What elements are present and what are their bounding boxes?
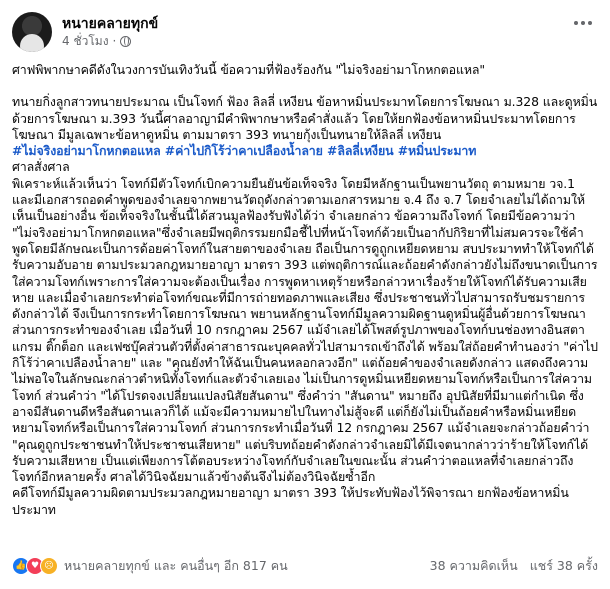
engagement-counts: 38 ความคิดเห็น แชร์ 38 ครั้ง: [430, 556, 598, 576]
author-block: หนายคลายทุกข์ 4 ชั่วโมง ·: [62, 15, 158, 49]
reaction-icons[interactable]: 👍 ♥ ☹: [12, 557, 58, 575]
comments-count[interactable]: 38 ความคิดเห็น: [430, 556, 518, 576]
order-text: พิเคราะห์แล้วเห็นว่า โจทก์มีตัวโจทก์เบิก…: [12, 175, 598, 485]
post-body: ศาฟพิพากษาคดีดังในวงการบันเทิงวันนี้ ข้อ…: [12, 62, 598, 518]
more-icon: [574, 21, 578, 25]
order-heading: ศาลสั่งศาล: [12, 159, 70, 175]
author-name[interactable]: หนายคลายทุกข์: [62, 15, 158, 33]
facebook-post: หนายคลายทุกข์ 4 ชั่วโมง · ศาฟพิพากษาคดีด…: [0, 0, 610, 589]
post-header: หนายคลายทุกข์ 4 ชั่วโมง ·: [12, 10, 598, 54]
meta-separator: ·: [112, 34, 117, 48]
more-options-button[interactable]: [568, 15, 598, 31]
post-meta: 4 ชั่วโมง ·: [62, 33, 158, 49]
avatar[interactable]: [12, 12, 52, 52]
conclusion-text: คดีโจทก์มีมูลความผิดตามประมวลกฎหมายอาญา …: [12, 485, 569, 517]
hashtags[interactable]: #ไม่จริงอย่ามาโกหกตอแหล #ค่าไปกิโร้ว่าคา…: [12, 143, 598, 159]
paragraph-headline: ศาฟพิพากษาคดีดังในวงการบันเทิงวันนี้ ข้อ…: [12, 62, 485, 77]
globe-icon: [120, 35, 132, 47]
shares-count[interactable]: แชร์ 38 ครั้ง: [530, 556, 598, 576]
post-footer: 👍 ♥ ☹ หนายคลายทุกข์ และ คนอื่นๆ อีก 817 …: [12, 556, 598, 576]
post-time[interactable]: 4 ชั่วโมง: [62, 33, 109, 49]
paragraph-case: ทนายกิ่งลูกสาวทนายประมาณ เป็นโจทก์ ฟ้อง …: [12, 94, 598, 142]
reactions-summary[interactable]: หนายคลายทุกข์ และ คนอื่นๆ อีก 817 คน: [64, 556, 288, 576]
sad-icon: ☹: [40, 557, 58, 575]
